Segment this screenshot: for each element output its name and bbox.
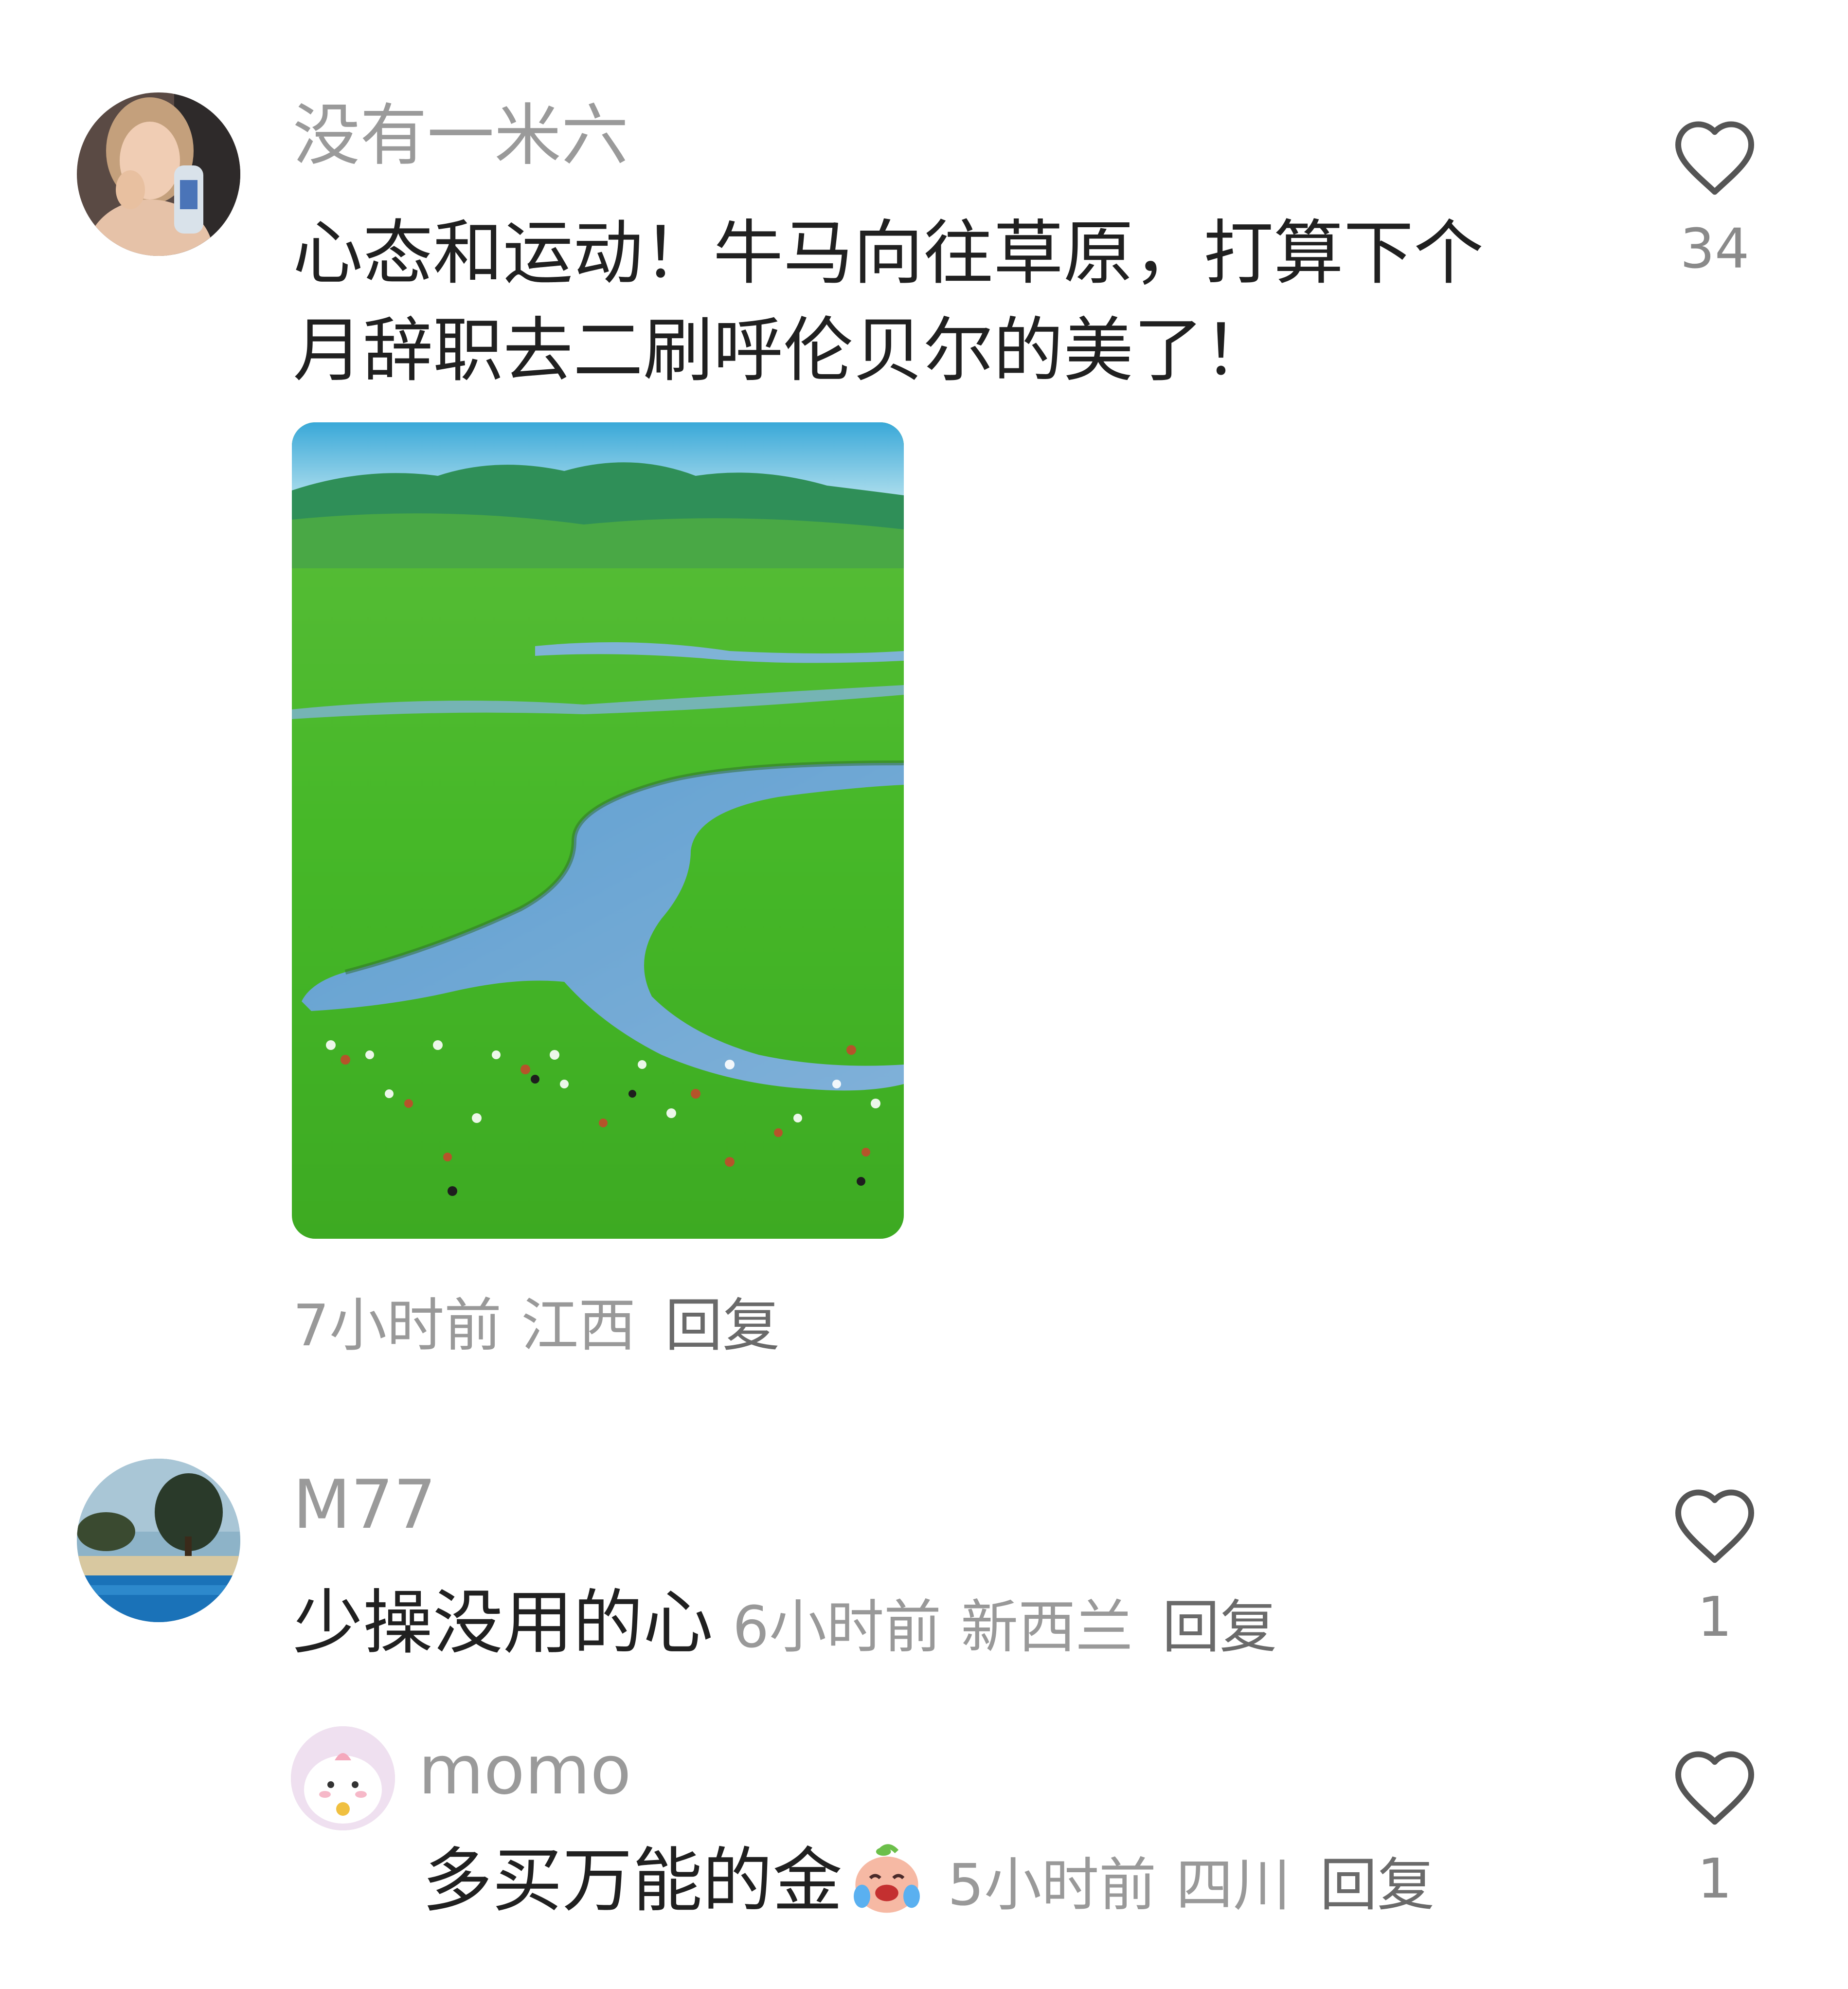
comment-3-time: 5小时前 — [948, 1851, 1157, 1918]
comment-1-text-line1: 心态和运动！牛马向往草原，打算下个 — [293, 212, 1484, 294]
comment-3-row: 多买万能的金 5小时前 四川 回复 — [422, 1832, 1435, 1944]
comment-3-reply-button[interactable]: 回复 — [1320, 1851, 1435, 1918]
comment-1-text: 心态和运动！牛马向往草原，打算下个 月辞职去二刷呼伦贝尔的美了！ — [293, 204, 1484, 399]
comment-3-avatar[interactable] — [291, 1726, 395, 1830]
comment-1-like-count: 34 — [1680, 217, 1750, 281]
comment-2-location: 新西兰 — [961, 1593, 1133, 1661]
comment-1-image[interactable] — [292, 422, 904, 1239]
comment-1-avatar[interactable] — [77, 92, 240, 256]
comment-2-username[interactable]: M77 — [293, 1471, 436, 1538]
comment-3-meta: 5小时前 四川 回复 — [948, 1851, 1435, 1918]
comment-2-text: 少操没用的心 — [293, 1582, 714, 1664]
comment-2-like-count: 1 — [1697, 1586, 1732, 1649]
comment-3-location: 四川 — [1176, 1851, 1291, 1918]
comment-3-username[interactable]: momo — [418, 1737, 631, 1804]
comment-1-meta: 7小时前 江西 回复 — [293, 1297, 780, 1354]
comment-1-username[interactable]: 没有一米六 — [293, 102, 628, 169]
comment-1-time: 7小时前 — [293, 1292, 502, 1359]
comment-3-like[interactable]: 1 — [1661, 1747, 1768, 1906]
heart-icon[interactable] — [1671, 1747, 1758, 1827]
comment-2-reply-button[interactable]: 回复 — [1162, 1593, 1277, 1661]
crying-laughing-peach-emoji-icon — [845, 1837, 928, 1944]
comment-2-like[interactable]: 1 — [1661, 1485, 1768, 1645]
heart-icon[interactable] — [1671, 117, 1758, 198]
comment-1-like[interactable]: 34 — [1661, 117, 1768, 276]
comment-3-text: 多买万能的金 — [422, 1840, 843, 1921]
comment-1-text-line2: 月辞职去二刷呼伦贝尔的美了！ — [293, 309, 1274, 391]
comment-2-row: 少操没用的心 6小时前 新西兰 回复 — [293, 1574, 1277, 1676]
heart-icon[interactable] — [1671, 1485, 1758, 1566]
grassland-river-photo — [292, 422, 904, 1239]
comment-1-location: 江西 — [521, 1292, 636, 1359]
comment-2-avatar[interactable] — [77, 1459, 240, 1622]
comment-2-meta: 6小时前 新西兰 回复 — [733, 1593, 1277, 1661]
comment-3-like-count: 1 — [1697, 1847, 1732, 1911]
comment-1-reply-button[interactable]: 回复 — [665, 1292, 780, 1359]
comment-2-time: 6小时前 — [733, 1593, 942, 1661]
